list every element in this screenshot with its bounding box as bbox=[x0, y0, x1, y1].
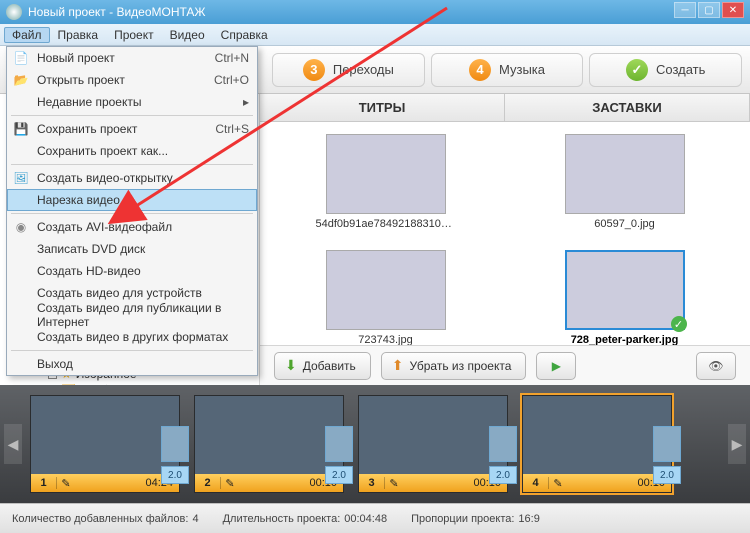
clip-image-1 bbox=[31, 396, 179, 474]
clip-image-3 bbox=[359, 396, 507, 474]
tab-splash[interactable]: ЗАСТАВКИ bbox=[505, 94, 750, 121]
status-duration-label: Длительность проекта: bbox=[223, 513, 341, 525]
clip-1[interactable]: 2.0 1✎04:24 bbox=[30, 395, 180, 493]
transition-tag-3: 2.0 bbox=[489, 466, 517, 484]
menu-burn-dvd[interactable]: Записать DVD диск bbox=[7, 238, 257, 260]
edit-icon[interactable]: ✎ bbox=[221, 477, 239, 490]
menu-create-internet[interactable]: Создать видео для публикации в Интернет bbox=[7, 304, 257, 326]
tabs-row: ТИТРЫ ЗАСТАВКИ bbox=[260, 94, 750, 122]
thumb-image-2 bbox=[565, 134, 685, 214]
transition-thumb-4[interactable] bbox=[653, 426, 681, 462]
timeline: ◀ 2.0 1✎04:24 2.0 2✎00:10 2.0 3✎00:10 2.… bbox=[0, 385, 750, 503]
right-panel: ТИТРЫ ЗАСТАВКИ 54df0b91ae78492188310ae.j… bbox=[260, 94, 750, 385]
status-aspect-label: Пропорции проекта: bbox=[411, 513, 514, 525]
thumb-3[interactable]: 723743.jpg bbox=[276, 250, 495, 345]
thumb-caption-2: 60597_0.jpg bbox=[594, 218, 655, 230]
add-button[interactable]: ⬇Добавить bbox=[274, 352, 371, 380]
menu-edit[interactable]: Правка bbox=[50, 27, 107, 43]
menu-save-as[interactable]: Сохранить проект как... bbox=[7, 140, 257, 162]
window-title: Новый проект - ВидеоМОНТАЖ bbox=[28, 5, 206, 19]
transition-thumb-2[interactable] bbox=[325, 426, 353, 462]
tab-titles[interactable]: ТИТРЫ bbox=[260, 94, 505, 121]
step-create[interactable]: Создать bbox=[589, 53, 742, 87]
action-bar: ⬇Добавить ⬆Убрать из проекта ▶ 👁 bbox=[260, 345, 750, 385]
transition-tag-4: 2.0 bbox=[653, 466, 681, 484]
play-icon: ▶ bbox=[552, 359, 561, 373]
thumb-2[interactable]: 60597_0.jpg bbox=[515, 134, 734, 244]
step-label-music: Музыка bbox=[499, 62, 545, 77]
file-menu-dropdown: 📄Новый проектCtrl+N 📂Открыть проектCtrl+… bbox=[6, 46, 258, 376]
menu-save-project[interactable]: 💾Сохранить проектCtrl+S bbox=[7, 118, 257, 140]
menu-video[interactable]: Видео bbox=[162, 27, 213, 43]
edit-icon[interactable]: ✎ bbox=[385, 477, 403, 490]
menu-video-postcard[interactable]: 🖼Создать видео-открытку bbox=[7, 167, 257, 189]
step-badge-3: 3 bbox=[303, 59, 325, 81]
menu-help[interactable]: Справка bbox=[213, 27, 276, 43]
clip-4[interactable]: 2.0 4✎00:10 bbox=[522, 395, 672, 493]
clip-3[interactable]: 2.0 3✎00:10 bbox=[358, 395, 508, 493]
step-music[interactable]: 4 Музыка bbox=[431, 53, 584, 87]
play-button[interactable]: ▶ bbox=[536, 352, 576, 380]
gallery: 54df0b91ae78492188310ae.jpg 60597_0.jpg … bbox=[260, 122, 750, 345]
menu-recent-projects[interactable]: Недавние проекты▸ bbox=[7, 91, 257, 113]
thumb-caption-3: 723743.jpg bbox=[358, 334, 412, 345]
menu-video-cut[interactable]: Нарезка видео bbox=[7, 189, 257, 211]
step-label-create: Создать bbox=[656, 62, 705, 77]
menu-new-project[interactable]: 📄Новый проектCtrl+N bbox=[7, 47, 257, 69]
menu-create-avi[interactable]: ◉Создать AVI-видеофайл bbox=[7, 216, 257, 238]
remove-button[interactable]: ⬆Убрать из проекта bbox=[381, 352, 527, 380]
postcard-icon: 🖼 bbox=[13, 170, 29, 186]
preview-button[interactable]: 👁 bbox=[696, 352, 736, 380]
step-badge-4: 4 bbox=[469, 59, 491, 81]
transition-thumb-3[interactable] bbox=[489, 426, 517, 462]
menu-bar: Файл Правка Проект Видео Справка bbox=[0, 24, 750, 46]
status-bar: Количество добавленных файлов: 4 Длитель… bbox=[0, 503, 750, 533]
clip-2[interactable]: 2.0 2✎00:10 bbox=[194, 395, 344, 493]
status-count-label: Количество добавленных файлов: bbox=[12, 513, 188, 525]
arrow-up-icon: ⬆ bbox=[392, 357, 404, 374]
thumb-image-1 bbox=[326, 134, 446, 214]
arrow-down-icon: ⬇ bbox=[285, 357, 297, 374]
menu-open-project[interactable]: 📂Открыть проектCtrl+O bbox=[7, 69, 257, 91]
status-aspect-value: 16:9 bbox=[518, 513, 539, 525]
step-label-transitions: Переходы bbox=[333, 62, 394, 77]
clip-image-2 bbox=[195, 396, 343, 474]
timeline-next[interactable]: ▶ bbox=[728, 424, 746, 464]
save-icon: 💾 bbox=[13, 121, 29, 137]
disc-icon: ◉ bbox=[13, 219, 29, 235]
step-badge-check bbox=[626, 59, 648, 81]
app-icon bbox=[6, 4, 22, 20]
thumb-image-4: ✓ bbox=[565, 250, 685, 330]
check-icon: ✓ bbox=[671, 316, 687, 332]
thumb-image-3 bbox=[326, 250, 446, 330]
step-transitions[interactable]: 3 Переходы bbox=[272, 53, 425, 87]
timeline-prev[interactable]: ◀ bbox=[4, 424, 22, 464]
edit-icon[interactable]: ✎ bbox=[57, 477, 75, 490]
status-duration-value: 00:04:48 bbox=[344, 513, 387, 525]
clip-image-4 bbox=[523, 396, 671, 474]
new-icon: 📄 bbox=[13, 50, 29, 66]
eye-icon: 👁 bbox=[708, 359, 723, 373]
minimize-button[interactable]: ─ bbox=[674, 2, 696, 18]
submenu-arrow-icon: ▸ bbox=[243, 95, 249, 109]
menu-exit[interactable]: Выход bbox=[7, 353, 257, 375]
menu-file[interactable]: Файл bbox=[4, 27, 50, 43]
transition-tag-2: 2.0 bbox=[325, 466, 353, 484]
thumb-caption-4: 728_peter-parker.jpg bbox=[571, 334, 679, 345]
thumb-1[interactable]: 54df0b91ae78492188310ae.jpg bbox=[276, 134, 495, 244]
close-button[interactable]: ✕ bbox=[722, 2, 744, 18]
menu-create-hd[interactable]: Создать HD-видео bbox=[7, 260, 257, 282]
thumb-caption-1: 54df0b91ae78492188310ae.jpg bbox=[316, 218, 456, 230]
edit-icon[interactable]: ✎ bbox=[549, 477, 567, 490]
transition-thumb-1[interactable] bbox=[161, 426, 189, 462]
thumb-4[interactable]: ✓ 728_peter-parker.jpg bbox=[515, 250, 734, 345]
status-count-value: 4 bbox=[192, 513, 198, 525]
open-icon: 📂 bbox=[13, 72, 29, 88]
menu-project[interactable]: Проект bbox=[106, 27, 162, 43]
title-bar: Новый проект - ВидеоМОНТАЖ ─ ▢ ✕ bbox=[0, 0, 750, 24]
transition-tag-1: 2.0 bbox=[161, 466, 189, 484]
maximize-button[interactable]: ▢ bbox=[698, 2, 720, 18]
menu-create-other[interactable]: Создать видео в других форматах bbox=[7, 326, 257, 348]
